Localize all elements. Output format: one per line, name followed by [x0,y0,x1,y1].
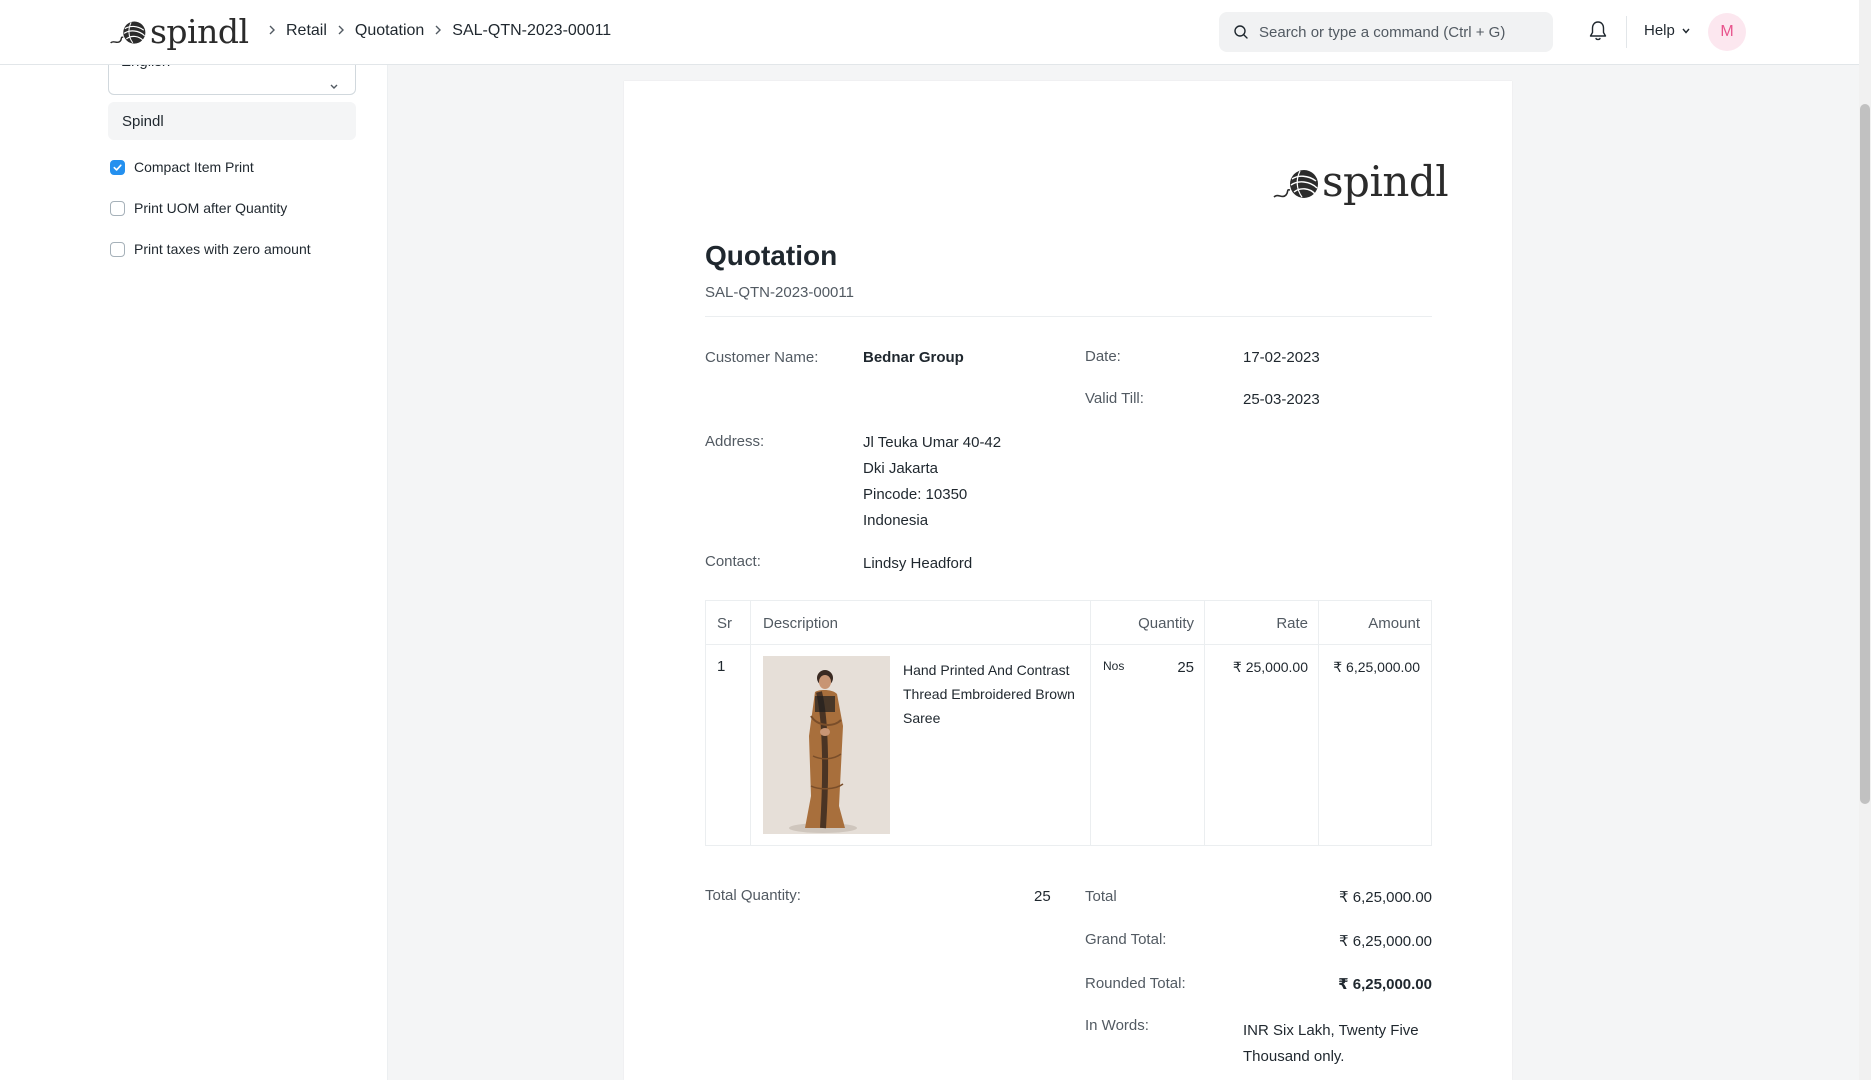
saree-model-image [763,656,890,834]
app-logo-text: spindl [150,11,249,51]
search-input[interactable] [1259,23,1539,41]
help-dropdown[interactable]: Help [1644,22,1691,39]
app-logo[interactable]: spindl [108,11,249,51]
column-divider [750,601,751,845]
yarn-ball-icon [110,21,146,44]
column-divider [1090,601,1091,845]
in-words-line: INR Six Lakh, Twenty Five [1243,1022,1419,1039]
in-words-value: INR Six Lakh, Twenty Five Thousand only. [1243,1018,1419,1070]
date-value: 17-02-2023 [1243,349,1320,366]
chevron-down-icon [330,84,338,89]
row-sr: 1 [717,658,726,675]
chevron-right-icon [268,23,276,39]
item-description-line: Saree [903,710,941,726]
column-header-description: Description [763,615,839,632]
total-value: ₹ 6,25,000.00 [1339,889,1432,906]
print-zero-taxes-option[interactable]: Print taxes with zero amount [110,241,311,257]
print-settings-sidebar: English Spindl Compact Item Print Print … [0,55,388,1080]
column-header-rate: Rate [1276,615,1308,632]
in-words-label: In Words: [1085,1017,1149,1034]
chevron-right-icon [337,23,345,39]
item-uom: Nos [1103,659,1125,673]
notifications-bell-icon[interactable] [1588,20,1608,47]
address-line: Indonesia [863,512,929,529]
check-icon [113,163,122,171]
rounded-total-value: ₹ 6,25,000.00 [1338,976,1432,993]
total-quantity-value: 25 [1034,888,1051,905]
column-header-sr: Sr [717,615,732,632]
breadcrumb-current-doc[interactable]: SAL-QTN-2023-00011 [452,22,611,40]
scrollbar-thumb[interactable] [1860,104,1870,804]
search-icon [1234,25,1248,39]
breadcrumb-retail[interactable]: Retail [286,22,327,40]
column-divider [1318,601,1319,845]
address-line: Dki Jakarta [863,460,939,477]
contact-label: Contact: [705,553,761,570]
print-zero-taxes-label: Print taxes with zero amount [134,241,311,257]
grand-total-label: Grand Total: [1085,931,1167,948]
total-label: Total [1085,888,1117,905]
document-title: Quotation [705,240,838,271]
item-description-line: Hand Printed And Contrast [903,662,1070,678]
column-header-amount: Amount [1368,615,1420,632]
contact-value: Lindsy Headford [863,555,973,572]
in-words-line: Thousand only. [1243,1048,1345,1065]
print-zero-taxes-checkbox[interactable] [110,241,125,257]
top-navbar: spindl Retail Quotation SAL-QTN-2023-000… [0,0,1859,65]
column-divider [1204,601,1205,845]
document-logo: spindl [1272,157,1449,206]
items-table: Sr Description Quantity Rate Amount 1 Ha… [705,600,1432,846]
chevron-right-icon [434,23,442,39]
letterhead-value: Spindl [122,112,164,130]
preview-margin [1748,65,1859,1080]
valid-till-value: 25-03-2023 [1243,391,1320,408]
user-avatar[interactable]: M [1708,13,1746,51]
item-rate: ₹ 25,000.00 [1232,659,1308,675]
print-uom-label: Print UOM after Quantity [134,200,288,216]
search-bar[interactable] [1219,12,1553,52]
total-quantity-label: Total Quantity: [705,887,801,904]
compact-item-print-checkbox[interactable] [110,159,125,175]
compact-item-print-label: Compact Item Print [134,159,254,175]
item-description-line: Thread Embroidered Brown [903,686,1075,702]
item-amount: ₹ 6,25,000.00 [1333,659,1420,675]
yarn-ball-icon [1273,169,1318,198]
customer-name-label: Customer Name: [705,349,819,366]
address-line: Pincode: 10350 [863,486,968,503]
rounded-total-label: Rounded Total: [1085,975,1186,992]
navbar-divider [1626,16,1627,48]
breadcrumb-quotation[interactable]: Quotation [355,22,424,40]
breadcrumb: Retail Quotation SAL-QTN-2023-00011 [258,22,611,40]
date-label: Date: [1085,348,1121,365]
item-image [763,656,890,834]
compact-item-print-option[interactable]: Compact Item Print [110,159,254,175]
chevron-down-icon [1682,28,1690,34]
header-divider [705,316,1432,317]
print-uom-option[interactable]: Print UOM after Quantity [110,200,287,216]
item-quantity: 25 [1177,659,1194,676]
document-id: SAL-QTN-2023-00011 [705,284,854,301]
item-description: Hand Printed And Contrast Thread Embroid… [903,658,1075,730]
column-header-quantity: Quantity [1138,615,1194,632]
print-document [624,81,1512,1080]
print-uom-checkbox[interactable] [110,200,125,216]
letterhead-field[interactable]: Spindl [108,102,356,140]
address-label: Address: [705,433,765,450]
grand-total-value: ₹ 6,25,000.00 [1339,933,1432,950]
help-label: Help [1644,22,1675,39]
customer-name-value: Bednar Group [863,349,964,366]
valid-till-label: Valid Till: [1085,390,1144,407]
document-logo-text: spindl [1322,157,1449,206]
address-line: Jl Teuka Umar 40-42 [863,434,1002,451]
